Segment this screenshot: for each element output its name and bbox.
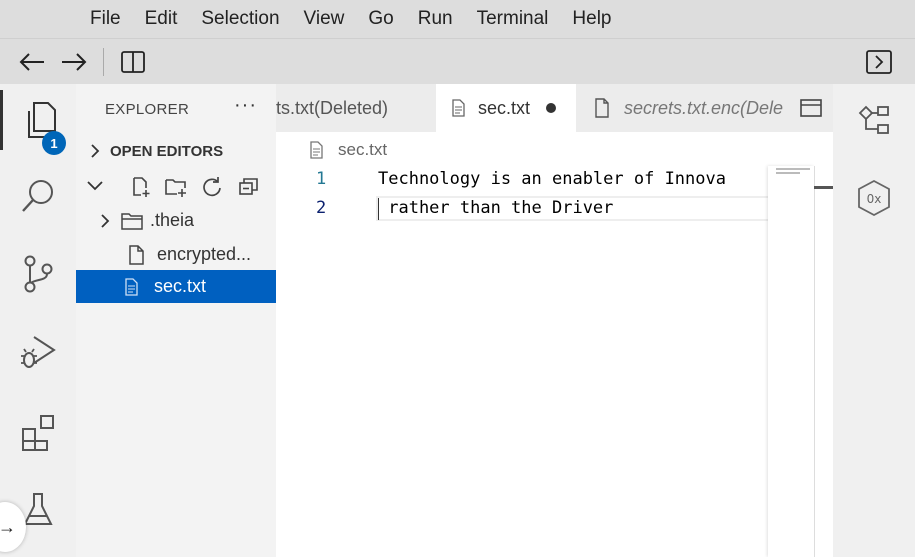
tree-item-encrypted-file[interactable]: encrypted... xyxy=(76,238,276,271)
arrow-left-icon xyxy=(19,53,44,71)
activity-source-control[interactable] xyxy=(0,244,76,304)
explorer-sidebar: EXPLORER ··· OPEN EDITORS .theia encrypt… xyxy=(76,84,276,557)
menu-file[interactable]: File xyxy=(90,8,121,30)
menu-edit[interactable]: Edit xyxy=(145,8,178,30)
arrow-right-icon: → xyxy=(0,516,16,537)
explorer-title: EXPLORER xyxy=(105,101,190,118)
menu-view[interactable]: View xyxy=(304,8,345,30)
text-file-icon xyxy=(125,277,138,296)
tree-item-label: sec.txt xyxy=(154,276,207,296)
text-file-icon xyxy=(310,141,323,159)
tab-secrets-enc[interactable]: secrets.txt.enc(Dele xyxy=(576,84,788,132)
menu-terminal[interactable]: Terminal xyxy=(477,8,549,30)
workspace-section-header xyxy=(76,172,276,202)
forward-button[interactable] xyxy=(56,39,92,85)
toggle-layout-button[interactable] xyxy=(116,39,150,85)
explorer-badge: 1 xyxy=(42,131,66,155)
line-number: 2 xyxy=(316,198,327,218)
back-button[interactable] xyxy=(14,39,50,85)
menu-help[interactable]: Help xyxy=(572,8,611,30)
toggle-panel-button[interactable] xyxy=(862,39,896,85)
split-editor-icon xyxy=(799,99,822,117)
search-icon xyxy=(22,180,53,212)
more-actions-button[interactable]: ··· xyxy=(234,94,257,117)
menu-bar: File Edit Selection View Go Run Terminal… xyxy=(0,0,915,38)
minimap[interactable] xyxy=(768,166,814,557)
menu-go[interactable]: Go xyxy=(368,8,393,30)
outline-icon xyxy=(858,105,889,134)
outline-button[interactable] xyxy=(833,90,915,150)
testing-icon xyxy=(23,493,53,525)
unsaved-dot-icon[interactable] xyxy=(546,103,557,113)
breadcrumb-file: sec.txt xyxy=(338,140,388,159)
activity-search[interactable] xyxy=(0,166,76,226)
tree-item-sec-txt[interactable]: sec.txt xyxy=(76,270,276,303)
right-activity-bar: 0x xyxy=(833,84,915,557)
scrollbar-thumb[interactable] xyxy=(814,186,833,189)
memory-inspector-button[interactable]: 0x xyxy=(833,168,915,228)
tab-label: sec.txt xyxy=(478,97,531,118)
toolbar-divider xyxy=(103,48,104,76)
tab-sec-txt[interactable]: sec.txt xyxy=(436,84,576,132)
minimap-line xyxy=(776,168,810,170)
tree-item-label: encrypted... xyxy=(157,244,252,264)
folder-icon xyxy=(121,212,143,230)
menu-selection[interactable]: Selection xyxy=(201,8,279,30)
activity-extensions[interactable] xyxy=(0,402,76,462)
split-layout-icon xyxy=(121,51,145,73)
memory-inspector-icon: 0x xyxy=(858,179,890,217)
arrow-right-icon xyxy=(62,53,87,71)
activity-bar: 1 → xyxy=(0,84,76,557)
file-icon xyxy=(129,244,144,265)
refresh-icon[interactable] xyxy=(201,176,223,198)
menu-run[interactable]: Run xyxy=(418,8,453,30)
chevron-right-box-icon xyxy=(866,50,892,74)
editor-area[interactable]: sec.txt 1 Technology is an enabler of In… xyxy=(276,132,876,557)
line-number: 1 xyxy=(316,169,327,189)
hex-label: 0x xyxy=(867,192,882,206)
collapse-all-icon[interactable] xyxy=(238,176,260,198)
file-icon xyxy=(595,98,609,118)
activity-run-debug[interactable] xyxy=(0,322,76,382)
open-editors-section[interactable]: OPEN EDITORS xyxy=(76,137,276,165)
open-editors-label: OPEN EDITORS xyxy=(110,142,224,160)
text-file-icon xyxy=(452,99,465,117)
extensions-icon xyxy=(22,415,54,451)
breadcrumb[interactable]: sec.txt xyxy=(308,138,387,162)
tab-deleted-file[interactable]: ts.txt(Deleted) xyxy=(276,84,436,132)
toolbar xyxy=(0,38,915,84)
text-cursor xyxy=(378,198,379,220)
new-folder-icon[interactable] xyxy=(164,176,188,198)
source-control-icon xyxy=(24,255,53,293)
split-editor-button[interactable] xyxy=(788,84,833,132)
run-debug-icon xyxy=(21,336,56,368)
tab-label: secrets.txt.enc(Dele xyxy=(624,97,784,118)
tab-label: ts.txt(Deleted) xyxy=(276,97,389,118)
tree-item-theia-folder[interactable]: .theia xyxy=(76,204,276,237)
chevron-down-icon[interactable] xyxy=(86,177,104,195)
tree-item-label: .theia xyxy=(150,210,195,230)
code-line[interactable]: Technology is an enabler of Innova xyxy=(378,169,726,189)
new-file-icon[interactable] xyxy=(130,176,152,198)
activity-explorer[interactable]: 1 xyxy=(0,90,76,155)
minimap-line xyxy=(776,172,800,174)
chevron-right-icon xyxy=(101,213,110,228)
vertical-scrollbar[interactable] xyxy=(814,166,833,557)
code-line[interactable]: rather than the Driver xyxy=(378,198,613,218)
chevron-right-icon xyxy=(91,144,100,158)
editor-tabs: ts.txt(Deleted) sec.txt secrets.txt.enc(… xyxy=(276,84,833,132)
